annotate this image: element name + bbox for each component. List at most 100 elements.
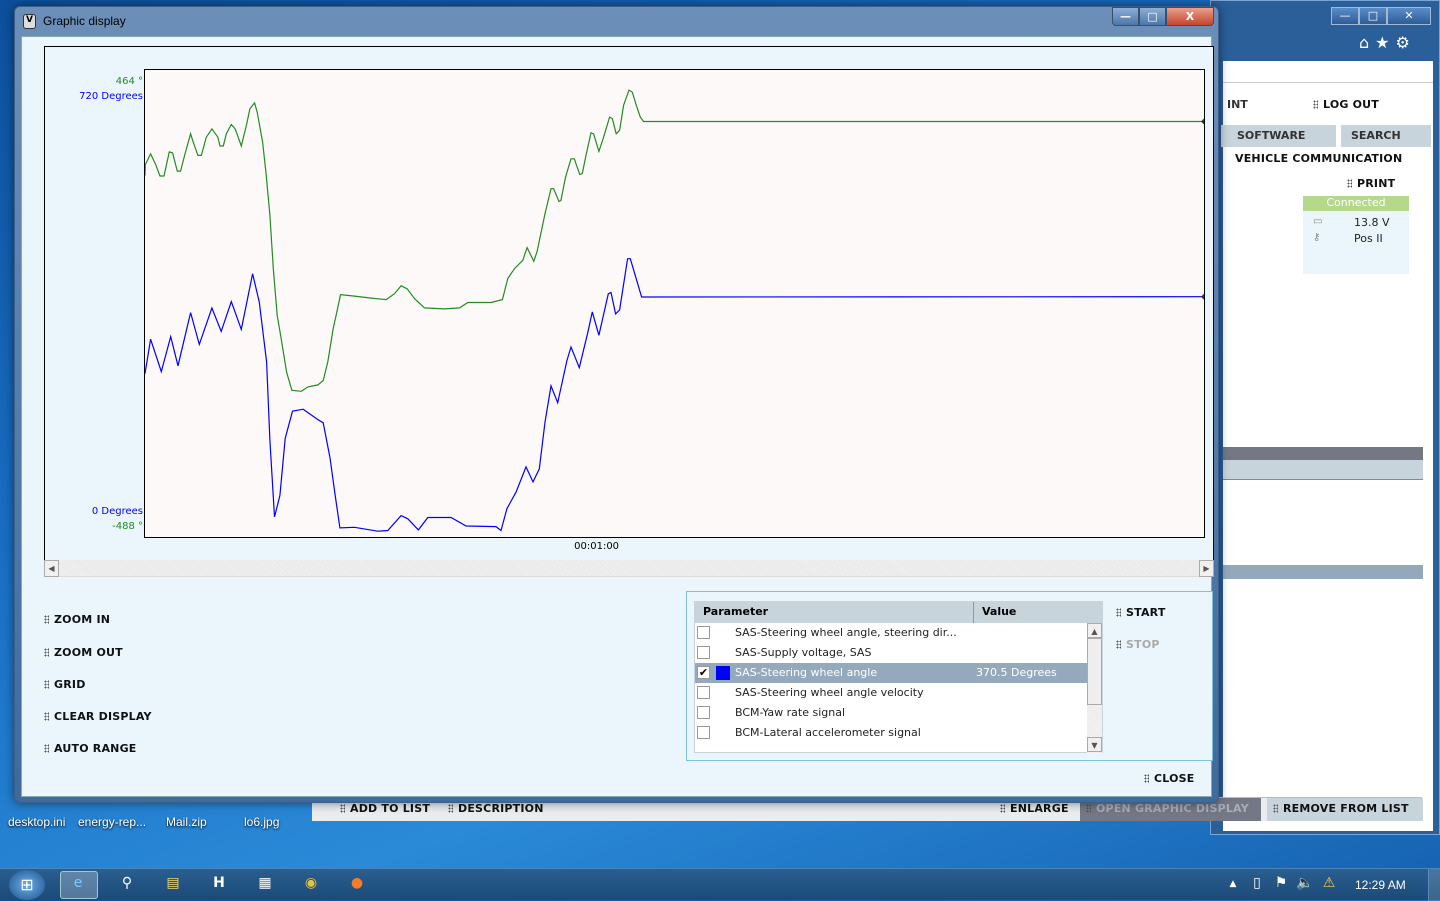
table-row[interactable]: SAS-Supply voltage, SAS	[695, 643, 1087, 663]
parameter-name: SAS-Steering wheel angle, steering dir..…	[735, 626, 957, 639]
selected-row	[1223, 565, 1423, 579]
enlarge-button[interactable]: ENLARGE	[1000, 802, 1069, 815]
description-button[interactable]: DESCRIPTION	[448, 802, 544, 815]
desktop-icon[interactable]: energy-rep...	[78, 815, 146, 829]
battery-icon[interactable]: ▯	[1246, 875, 1268, 891]
print-link[interactable]: PRINT	[1347, 177, 1395, 190]
parameter-name: BCM-Lateral accelerometer signal	[735, 726, 921, 739]
row-checkbox[interactable]	[697, 686, 710, 699]
show-hidden-icons[interactable]: ▲	[1222, 879, 1244, 889]
line-chart	[144, 89, 1205, 532]
tab-search[interactable]: SEARCH	[1341, 125, 1431, 147]
parameter-name: SAS-Steering wheel angle	[735, 666, 878, 679]
close-window-button[interactable]: X	[1166, 7, 1214, 26]
show-desktop-button[interactable]	[1428, 869, 1440, 901]
maximize-button[interactable]: □	[1139, 7, 1166, 26]
internet-explorer-icon[interactable]: e	[67, 875, 89, 891]
vertical-scrollbar[interactable]: ▲ ▼	[1087, 623, 1102, 753]
section-title: VEHICLE COMMUNICATION	[1235, 152, 1403, 165]
divider-bar	[1223, 447, 1423, 460]
table-row[interactable]: SAS-Steering wheel angle velocity	[695, 683, 1087, 703]
dialog-title: Graphic display	[43, 14, 126, 28]
blue-axis-bottom-label: 0 Degrees	[91, 506, 143, 517]
green-axis-bottom-label: -488 °	[112, 521, 143, 532]
scroll-thumb[interactable]	[1087, 638, 1102, 705]
series-line-blue	[144, 258, 1205, 532]
zoom-out-button[interactable]: ZOOM OUT	[44, 646, 123, 659]
table-row[interactable]: BCM-Yaw rate signal	[695, 703, 1087, 723]
auto-range-button[interactable]: AUTO RANGE	[44, 742, 137, 755]
start-button[interactable]: START	[1116, 606, 1166, 619]
grid-button[interactable]: GRID	[44, 678, 86, 691]
graphic-display-dialog: V Graphic display — □ X 464 ° 720 Degree…	[14, 6, 1219, 803]
volume-icon[interactable]: 🔈	[1294, 875, 1316, 891]
plot-area[interactable]	[144, 69, 1205, 538]
file-explorer-icon[interactable]: ▤	[162, 875, 184, 891]
horizontal-scrollbar[interactable]: ◀ ▶	[44, 560, 1214, 577]
x-tick-label: 00:01:00	[574, 541, 620, 552]
search-icon[interactable]: ⚲	[116, 875, 138, 891]
chrome-icon[interactable]: ◉	[300, 875, 322, 891]
column-header-value[interactable]: Value	[974, 602, 1102, 623]
row-checkbox[interactable]: ✔	[697, 666, 710, 679]
maximize-button[interactable]: □	[1359, 7, 1387, 25]
voltage-value: 13.8 V	[1354, 216, 1390, 229]
table-row[interactable]: ✔ SAS-Steering wheel angle 370.5 Degrees	[695, 663, 1087, 683]
row-checkbox[interactable]	[697, 626, 710, 639]
series-end-marker	[1201, 293, 1204, 300]
key-icon: ⚷	[1313, 232, 1321, 243]
network-warning-icon[interactable]: ⚠	[1318, 875, 1340, 891]
ignition-value: Pos II	[1354, 232, 1383, 245]
table-row[interactable]: BCM-Lateral accelerometer signal	[695, 723, 1087, 743]
address-bar	[1223, 61, 1433, 83]
desktop-icon[interactable]: lo6.jpg	[244, 815, 279, 829]
series-color-swatch	[716, 666, 730, 680]
clock[interactable]: 12:29 AM	[1355, 878, 1406, 892]
close-button[interactable]: ✕	[1387, 7, 1431, 25]
scroll-right-button[interactable]: ▶	[1199, 560, 1214, 577]
remove-from-list-button[interactable]: REMOVE FROM LIST	[1267, 798, 1423, 821]
status-box: Connected ▭ 13.8 V ⚷ Pos II	[1303, 196, 1409, 274]
scroll-up-button[interactable]: ▲	[1087, 623, 1102, 638]
battery-icon: ▭	[1313, 216, 1323, 227]
series-end-marker	[1201, 118, 1204, 125]
firefox-icon[interactable]: ●	[346, 875, 368, 891]
taskbar: ⊞ e ⚲ ▤ H ▦ ◉ ● ▲ ▯ ⚑ 🔈 ⚠ 12:29 AM	[0, 868, 1440, 901]
minimize-button[interactable]: —	[1112, 7, 1139, 26]
row-checkbox[interactable]	[697, 706, 710, 719]
user-label: INT	[1227, 98, 1248, 111]
minimize-button[interactable]: —	[1331, 7, 1359, 25]
zoom-in-button[interactable]: ZOOM IN	[44, 613, 110, 626]
scroll-left-button[interactable]: ◀	[44, 560, 59, 577]
document-app-icon[interactable]: ▦	[254, 875, 276, 891]
stop-button[interactable]: STOP	[1116, 638, 1160, 651]
h-app-icon[interactable]: H	[208, 875, 230, 891]
parameter-name: SAS-Supply voltage, SAS	[735, 646, 872, 659]
row-checkbox[interactable]	[697, 646, 710, 659]
connected-badge: Connected	[1303, 196, 1409, 211]
table-row[interactable]: SAS-Steering wheel angle, steering dir..…	[695, 623, 1087, 643]
series-line-green	[144, 89, 1204, 392]
parameter-value: 370.5 Degrees	[976, 666, 1057, 679]
home-star-gear-icons[interactable]: ⌂★⚙	[1359, 33, 1416, 52]
column-header-parameter[interactable]: Parameter	[695, 602, 974, 623]
parameter-panel: Parameter Value SAS-Steering wheel angle…	[686, 591, 1213, 761]
start-button[interactable]: ⊞	[9, 870, 45, 900]
background-app-window: — □ ✕ ⌂★⚙ INT LOG OUT SOFTWARE SEARCH VE…	[1210, 0, 1440, 835]
app-icon: V	[23, 14, 36, 29]
parameter-name: SAS-Steering wheel angle velocity	[735, 686, 924, 699]
row-checkbox[interactable]	[697, 726, 710, 739]
tab-software[interactable]: SOFTWARE	[1221, 125, 1336, 147]
green-axis-top-label: 464 °	[115, 76, 143, 87]
desktop-icon[interactable]: desktop.ini	[8, 815, 65, 829]
clear-display-button[interactable]: CLEAR DISPLAY	[44, 710, 152, 723]
header-bar	[1223, 460, 1423, 480]
add-to-list-button[interactable]: ADD TO LIST	[340, 802, 430, 815]
desktop-icon[interactable]: Mail.zip	[166, 815, 207, 829]
chart-panel: 464 ° 720 Degrees 0 Degrees -488 ° 00:01…	[44, 46, 1214, 560]
flag-icon[interactable]: ⚑	[1270, 875, 1292, 891]
blue-axis-top-label: 720 Degrees	[79, 91, 143, 102]
logout-link[interactable]: LOG OUT	[1313, 98, 1379, 111]
close-button[interactable]: CLOSE	[1144, 772, 1194, 785]
scroll-down-button[interactable]: ▼	[1087, 737, 1102, 752]
